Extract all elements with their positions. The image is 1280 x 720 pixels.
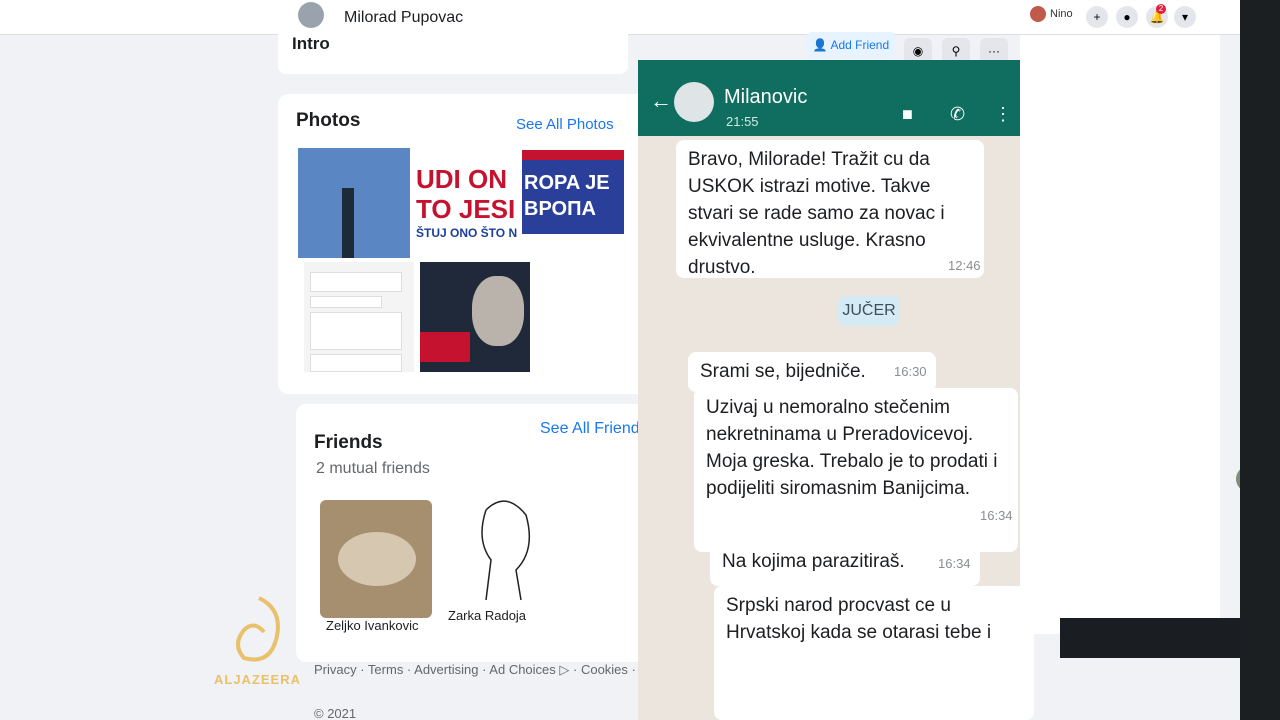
see-all-friends-link[interactable]: See All Friends (540, 420, 648, 438)
mini-bubble (310, 296, 382, 308)
mini-bubble (310, 354, 402, 372)
screen: Milorad Pupovac Nino + ● 🔔 2 ▾ 👤 Add Fri… (0, 0, 1240, 720)
user-avatar[interactable] (1030, 6, 1046, 22)
mini-bubble (310, 272, 402, 292)
message-text: Uzivaj u nemoralno stečenim nekretninama… (706, 397, 998, 499)
messenger-icon: ◉ (912, 44, 924, 58)
message-time: 16:30 (894, 364, 927, 379)
sketch-drawing (481, 500, 531, 601)
mutual-friends-count: 2 mutual friends (316, 460, 430, 477)
create-plus-icon[interactable]: + (1086, 6, 1108, 28)
channel-logo-text: ALJAZEERA (214, 672, 302, 687)
phone-icon[interactable]: ✆ (950, 104, 965, 125)
video-call-icon[interactable]: ■ (902, 104, 913, 125)
footer-copyright: © 2021 (314, 706, 357, 720)
friend-photo[interactable] (320, 500, 432, 618)
back-arrow-icon[interactable]: ← (650, 88, 672, 114)
photos-title: Photos (296, 110, 361, 131)
friend-name[interactable]: Zarka Radoja (448, 608, 526, 623)
windows-taskbar (1060, 618, 1240, 658)
photo-thumbnail-portrait[interactable] (420, 262, 530, 372)
chat-head-avatar[interactable] (1236, 466, 1240, 492)
photo-thumbnail[interactable] (298, 148, 410, 258)
search-icon: ⚲ (951, 44, 961, 58)
flag-stripe (522, 150, 624, 160)
photo-text: ROPA JE (524, 172, 610, 194)
mini-bubble (310, 312, 402, 350)
contact-avatar[interactable] (674, 82, 714, 122)
intro-title: Intro (292, 34, 330, 53)
message-text: Srami se, bijedniče. (700, 361, 866, 382)
statue-shape (342, 188, 354, 258)
whatsapp-header: ← Milanovic 21:55 ■ ✆ ⋮ (638, 60, 1020, 136)
photo-thumbnail[interactable]: UDI ON TO JESI ŠTUJ ONO ŠTO N (410, 148, 522, 258)
message-text: Na kojima parazitiraš. (722, 551, 905, 572)
last-seen-time: 21:55 (726, 114, 759, 129)
photo-thumbnail[interactable]: ROPA JE ВРОПА (522, 150, 624, 234)
add-friend-icon: 👤 (812, 38, 831, 52)
photo-text: UDI ON (416, 164, 507, 194)
message-time: 16:34 (938, 556, 971, 571)
message-bubble[interactable]: Uzivaj u nemoralno stečenim nekretninama… (694, 388, 1018, 552)
message-bubble[interactable]: Srpski narod procvast ce u Hrvatskoj kad… (714, 586, 1034, 720)
message-time: 16:34 (980, 508, 1013, 523)
see-all-photos-link[interactable]: See All Photos (516, 116, 614, 133)
add-friend-button[interactable]: 👤 Add Friend (806, 32, 896, 58)
more-icon: ··· (988, 44, 1000, 58)
message-bubble[interactable]: Bravo, Milorade! Tražit cu da USKOK istr… (676, 140, 984, 278)
message-text: Srpski narod procvast ce u Hrvatskoj kad… (726, 595, 992, 643)
add-friend-label: Add Friend (830, 38, 890, 52)
contact-name[interactable]: Milanovic (724, 86, 807, 109)
photo-text: TO JESI (416, 194, 516, 224)
intro-card (278, 34, 628, 74)
message-time: 12:46 (948, 258, 981, 273)
message-text: Bravo, Milorade! Tražit cu da USKOK istr… (688, 149, 945, 278)
mask-shape (338, 532, 416, 586)
menu-dots-icon[interactable]: ⋮ (994, 104, 1012, 125)
photo-thumbnail-chat-screenshot[interactable] (304, 262, 414, 372)
date-divider: JUČER (838, 296, 900, 326)
footer-links[interactable]: Privacy · Terms · Advertising · Ad Choic… (314, 662, 677, 678)
face-shape (472, 276, 524, 346)
profile-content-area (1020, 34, 1220, 634)
photo-text: ŠTUJ ONO ŠTO N (416, 226, 518, 240)
user-name[interactable]: Nino (1050, 8, 1073, 20)
friend-photo[interactable] (446, 490, 558, 608)
messenger-icon[interactable]: ● (1116, 6, 1138, 28)
friends-title: Friends (314, 432, 383, 453)
profile-avatar[interactable] (298, 2, 324, 28)
friend-name[interactable]: Zeljko Ivankovic (326, 618, 418, 633)
notification-badge: 2 (1156, 4, 1166, 14)
flag-shape (420, 332, 470, 362)
photo-text: ВРОПА (524, 198, 596, 220)
account-chevron-down-icon[interactable]: ▾ (1174, 6, 1196, 28)
profile-name[interactable]: Milorad Pupovac (344, 9, 463, 27)
